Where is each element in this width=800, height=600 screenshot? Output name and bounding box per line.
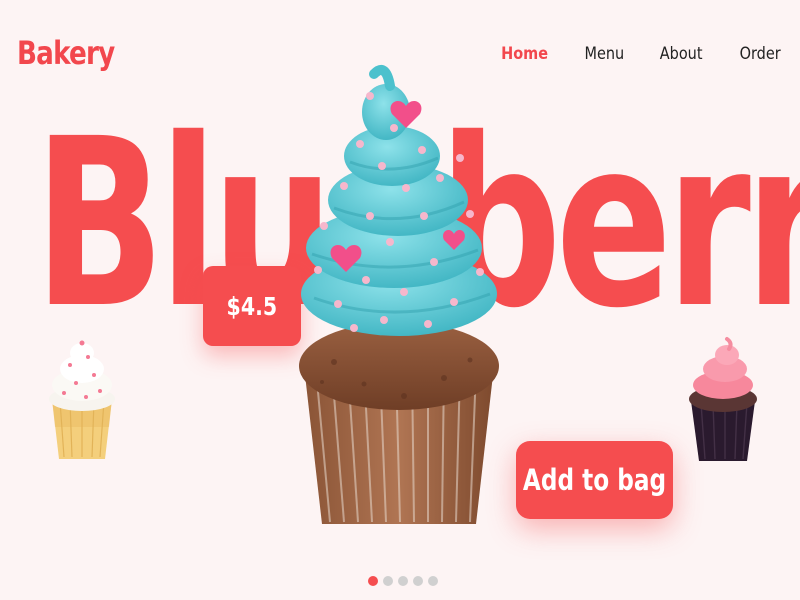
carousel-dots [368, 576, 438, 586]
nav-about[interactable]: About [660, 44, 703, 64]
carousel-dot-4[interactable] [413, 576, 423, 586]
price-tag: $4.5 [203, 266, 301, 346]
carousel-dot-3[interactable] [398, 576, 408, 586]
vanilla-cupcake-image [49, 340, 115, 459]
chocolate-cupcake-image [689, 337, 757, 461]
carousel-dot-1[interactable] [368, 576, 378, 586]
carousel-dot-5[interactable] [428, 576, 438, 586]
add-to-bag-button[interactable]: Add to bag [516, 441, 673, 519]
blueberry-cupcake-image [299, 65, 499, 524]
add-to-bag-label: Add to bag [522, 463, 667, 497]
carousel-dot-2[interactable] [383, 576, 393, 586]
main-nav: Home Menu About Order [468, 44, 784, 64]
nav-menu[interactable]: Menu [584, 44, 624, 64]
nav-home[interactable]: Home [501, 44, 548, 64]
nav-order[interactable]: Order [739, 44, 780, 64]
brand-logo[interactable]: Bakery [17, 34, 115, 72]
hero-stage: Bakery Home Menu About Order Blueberry [0, 0, 800, 600]
price-label: $4.5 [226, 291, 278, 321]
